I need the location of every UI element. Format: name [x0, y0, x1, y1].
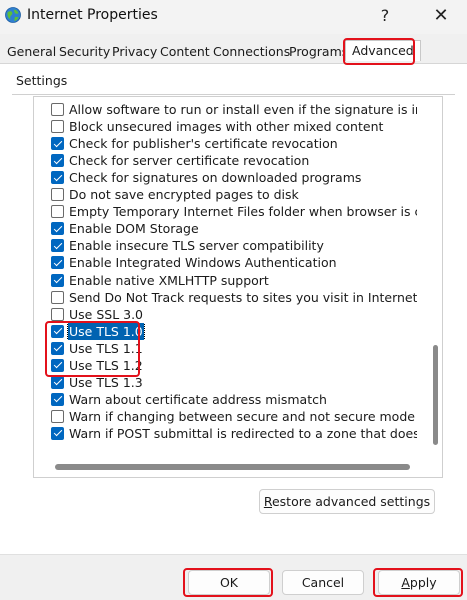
apply-mnemonic: A — [401, 575, 410, 590]
setting-item[interactable]: Send Do Not Track requests to sites you … — [51, 289, 431, 306]
restore-label: estore advanced settings — [271, 494, 431, 509]
checkbox-unchecked[interactable] — [51, 120, 64, 134]
setting-item-label: Use TLS 1.2 — [69, 357, 143, 373]
setting-item-label: Check for server certificate revocation — [69, 153, 310, 169]
setting-item[interactable]: Check for publisher's certificate revoca… — [51, 135, 431, 152]
title-bar: Internet Properties ? ✕ — [0, 0, 467, 34]
horizontal-scroll-thumb[interactable] — [55, 464, 410, 470]
cancel-button[interactable]: Cancel — [282, 570, 364, 595]
internet-properties-window: Internet Properties ? ✕ General Security… — [0, 0, 467, 600]
checkbox-checked[interactable] — [51, 171, 64, 185]
tab-privacy[interactable]: Privacy — [112, 44, 157, 59]
checkbox-unchecked[interactable] — [51, 290, 64, 304]
setting-item[interactable]: Block unsecured images with other mixed … — [51, 118, 431, 135]
tab-security[interactable]: Security — [59, 44, 110, 59]
setting-item[interactable]: Enable insecure TLS server compatibility — [51, 237, 431, 254]
setting-item[interactable]: Do not save encrypted pages to disk — [51, 186, 431, 203]
setting-item[interactable]: Use TLS 1.1 — [51, 340, 431, 357]
setting-item[interactable]: Empty Temporary Internet Files folder wh… — [51, 203, 431, 220]
setting-item[interactable]: Use TLS 1.0 — [51, 322, 431, 340]
setting-item-label: Enable DOM Storage — [69, 221, 199, 237]
setting-item-label: Allow software to run or install even if… — [69, 102, 431, 117]
tab-programs[interactable]: Programs — [289, 44, 348, 59]
checkbox-checked[interactable] — [51, 273, 64, 287]
vertical-scroll-thumb[interactable] — [433, 345, 438, 445]
setting-item-label: Enable native XMLHTTP support — [69, 272, 269, 288]
apply-label: pply — [409, 575, 437, 590]
restore-mnemonic: R — [263, 494, 272, 509]
setting-item-label: Do not save encrypted pages to disk — [69, 187, 299, 203]
checkbox-checked[interactable] — [51, 137, 64, 151]
checkbox-checked[interactable] — [51, 375, 64, 389]
settings-group-border — [12, 94, 455, 95]
setting-item[interactable]: Check for signatures on downloaded progr… — [51, 169, 431, 186]
checkbox-checked[interactable] — [51, 358, 64, 372]
tab-general[interactable]: General — [7, 44, 56, 59]
checkbox-checked[interactable] — [51, 256, 64, 270]
setting-item[interactable]: Enable native XMLHTTP support — [51, 272, 431, 289]
tab-strip: General Security Privacy Content Connect… — [0, 40, 467, 64]
setting-item-label: Use TLS 1.3 — [69, 374, 143, 390]
setting-item[interactable]: Use SSL 3.0 — [51, 306, 431, 323]
tab-connections[interactable]: Connections — [213, 44, 290, 59]
settings-list[interactable]: Allow software to run or install even if… — [33, 96, 443, 478]
checkbox-unchecked[interactable] — [51, 307, 64, 321]
setting-item[interactable]: Warn about certificate address mismatch — [51, 391, 431, 408]
checkbox-checked[interactable] — [51, 222, 64, 236]
checkbox-checked[interactable] — [51, 239, 64, 253]
help-button[interactable]: ? — [372, 4, 398, 28]
checkbox-unchecked[interactable] — [51, 103, 64, 116]
setting-item-label: Enable insecure TLS server compatibility — [69, 238, 324, 254]
checkbox-checked[interactable] — [51, 154, 64, 168]
setting-item-label: Block unsecured images with other mixed … — [69, 119, 384, 135]
checkbox-unchecked[interactable] — [51, 409, 64, 423]
checkbox-checked[interactable] — [51, 324, 64, 338]
setting-item-label: Check for signatures on downloaded progr… — [69, 170, 362, 186]
checkbox-unchecked[interactable] — [51, 205, 64, 219]
checkbox-checked[interactable] — [51, 392, 64, 406]
setting-item-label: Warn about certificate address mismatch — [69, 391, 327, 407]
checkbox-checked[interactable] — [51, 426, 64, 440]
setting-item-label: Check for publisher's certificate revoca… — [69, 136, 338, 152]
setting-item[interactable]: Enable Integrated Windows Authentication — [51, 254, 431, 271]
setting-item-label: Use TLS 1.0 — [67, 322, 145, 340]
restore-advanced-settings-button[interactable]: Restore advanced settings — [259, 489, 435, 514]
setting-item[interactable]: Use TLS 1.2 — [51, 357, 431, 374]
ok-button[interactable]: OK — [188, 570, 270, 595]
internet-globe-icon — [5, 7, 21, 23]
checkbox-unchecked[interactable] — [51, 188, 64, 202]
apply-button[interactable]: Apply — [378, 570, 460, 595]
setting-item-label: Use SSL 3.0 — [69, 306, 144, 322]
window-title: Internet Properties — [27, 7, 158, 23]
setting-item[interactable]: Warn if changing between secure and not … — [51, 408, 431, 425]
setting-item-label: Use TLS 1.1 — [69, 340, 143, 356]
setting-item-label: Empty Temporary Internet Files folder wh… — [69, 204, 431, 220]
setting-item[interactable]: Use TLS 1.3 — [51, 374, 431, 391]
tab-advanced[interactable]: Advanced — [345, 40, 421, 61]
setting-item[interactable]: Allow software to run or install even if… — [51, 101, 431, 118]
setting-item-label: Enable Integrated Windows Authentication — [69, 255, 337, 271]
tab-content[interactable]: Content — [160, 44, 210, 59]
close-button[interactable]: ✕ — [428, 4, 454, 28]
vertical-scrollbar[interactable] — [417, 97, 441, 459]
setting-item-label: Send Do Not Track requests to sites you … — [69, 289, 431, 305]
setting-item-label: Warn if changing between secure and not … — [69, 408, 415, 424]
setting-item[interactable]: Check for server certificate revocation — [51, 152, 431, 169]
checkbox-checked[interactable] — [51, 341, 64, 355]
setting-item[interactable]: Warn if POST submittal is redirected to … — [51, 425, 431, 442]
setting-item-label: Warn if POST submittal is redirected to … — [69, 425, 431, 441]
horizontal-scrollbar[interactable] — [34, 459, 442, 477]
setting-item[interactable]: Enable DOM Storage — [51, 220, 431, 237]
settings-group-label: Settings — [16, 73, 71, 88]
